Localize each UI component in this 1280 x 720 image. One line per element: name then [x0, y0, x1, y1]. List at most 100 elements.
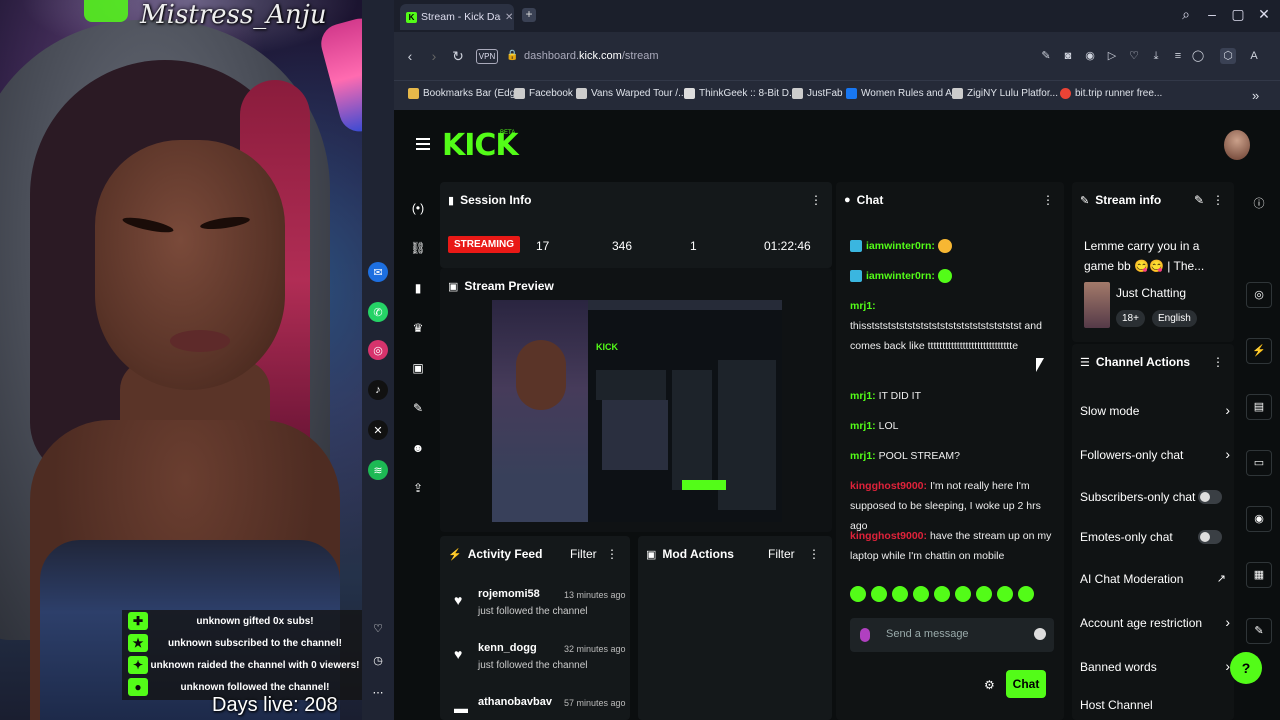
bookmark-vans[interactable]: Vans Warped Tour /...	[576, 88, 686, 99]
chat-menu-icon[interactable]: ⋮	[1042, 194, 1054, 206]
session-menu-icon[interactable]: ⋮	[810, 194, 822, 206]
new-tab-button[interactable]: +	[522, 8, 536, 22]
host-channel-row[interactable]: Host Channel	[1080, 694, 1230, 718]
video-icon[interactable]: ▣	[410, 360, 426, 376]
heart-icon[interactable]: ♡	[368, 618, 388, 638]
stream-info-menu-icon[interactable]: ⋮	[1212, 194, 1224, 206]
mod-menu-icon[interactable]: ⋮	[808, 548, 820, 560]
chat-user[interactable]: mrj1:	[850, 390, 876, 402]
emote-icon[interactable]	[997, 586, 1013, 602]
activity-user[interactable]: rojemomi58	[478, 588, 540, 600]
chat-send-button[interactable]: Chat	[1006, 670, 1046, 698]
document-icon[interactable]: ▤	[1246, 394, 1272, 420]
bookmark-facebook[interactable]: Facebook	[514, 88, 573, 99]
back-button[interactable]: ‹	[402, 48, 418, 64]
category-thumbnail[interactable]	[1084, 282, 1110, 328]
chat-user[interactable]: kingghost9000:	[850, 530, 927, 542]
aria-icon[interactable]: A	[1246, 48, 1262, 64]
messenger-icon[interactable]: ✉	[368, 262, 388, 282]
emote-icon[interactable]	[1018, 586, 1034, 602]
activity-user[interactable]: kenn_dogg	[478, 642, 537, 654]
minimize-button[interactable]: –	[1202, 6, 1222, 22]
chat-user[interactable]: mrj1:	[850, 300, 876, 312]
activity-filter-button[interactable]: Filter	[570, 547, 597, 561]
activity-menu-icon[interactable]: ⋮	[606, 548, 618, 560]
search-icon[interactable]: ⌕	[1176, 6, 1196, 23]
location-icon[interactable]: ◉	[1082, 48, 1098, 64]
stream-category[interactable]: Just Chatting	[1116, 286, 1186, 300]
trophy-icon[interactable]: ♛	[410, 320, 426, 336]
emote-icon[interactable]	[934, 586, 950, 602]
microphone-icon[interactable]	[860, 628, 870, 642]
info-icon[interactable]: ⓘ	[1246, 192, 1272, 218]
activity-user[interactable]: athanobavbav	[478, 696, 552, 708]
layout-icon[interactable]: ▦	[1246, 562, 1272, 588]
bookmark-justfab[interactable]: JustFab	[792, 88, 843, 99]
tools-icon[interactable]: ✎	[410, 400, 426, 416]
extension-icon[interactable]: ⬡	[1220, 48, 1236, 64]
stream-icon[interactable]: (•)	[410, 200, 426, 216]
url-field[interactable]: dashboard.kick.com/stream	[524, 50, 659, 62]
tiktok-icon[interactable]: ♪	[368, 380, 388, 400]
banned-words-row[interactable]: Banned words ›	[1080, 656, 1230, 680]
emoji-picker-icon[interactable]	[1034, 628, 1046, 640]
channel-actions-menu-icon[interactable]: ⋮	[1212, 356, 1224, 368]
bookmarks-overflow-icon[interactable]: »	[1252, 88, 1259, 103]
mod-filter-button[interactable]: Filter	[768, 547, 795, 561]
tab-kick-dashboard[interactable]: K Stream - Kick Dashbo ✕	[400, 4, 514, 30]
broadcast-icon[interactable]: ◉	[1246, 506, 1272, 532]
chat-user[interactable]: iamwinter0rn:	[866, 240, 935, 252]
followers-only-row[interactable]: Followers-only chat ›	[1080, 444, 1230, 468]
history-icon[interactable]: ◷	[368, 650, 388, 670]
reload-button[interactable]: ↻	[450, 48, 466, 65]
emote-icon[interactable]	[892, 586, 908, 602]
bookmark-thinkgeek[interactable]: ThinkGeek :: 8-Bit D...	[684, 88, 797, 99]
bookmark-women-rules[interactable]: Women Rules and A...	[846, 88, 960, 99]
play-icon[interactable]: ▷	[1104, 48, 1120, 64]
help-support-icon[interactable]: ?	[1230, 652, 1262, 684]
chat-input-box[interactable]: Send a message	[850, 618, 1054, 652]
instagram-icon[interactable]: ◎	[368, 340, 388, 360]
account-age-row[interactable]: Account age restriction ›	[1080, 612, 1230, 636]
emote-icon[interactable]	[976, 586, 992, 602]
user-avatar[interactable]	[1224, 130, 1250, 160]
community-icon[interactable]: ☻	[410, 440, 426, 456]
chat-user[interactable]: mrj1:	[850, 420, 876, 432]
close-window-button[interactable]: ✕	[1254, 6, 1274, 23]
target-icon[interactable]: ◎	[1246, 282, 1272, 308]
emotes-only-toggle[interactable]	[1198, 530, 1222, 544]
edit-icon[interactable]: ✎	[1038, 48, 1054, 64]
x-twitter-icon[interactable]: ✕	[368, 420, 388, 440]
chat-user[interactable]: kingghost9000:	[850, 480, 927, 492]
edit-stream-icon[interactable]: ✎	[1194, 194, 1204, 206]
lightning-icon[interactable]: ⚡	[1246, 338, 1272, 364]
upload-icon[interactable]: ⇪	[410, 480, 426, 496]
bookmark-ziginy[interactable]: ZigiNY Lulu Platfor...	[952, 88, 1058, 99]
chat-settings-icon[interactable]: ⚙	[984, 678, 995, 692]
chat-user[interactable]: iamwinter0rn:	[866, 270, 935, 282]
emote-icon[interactable]	[955, 586, 971, 602]
bookmark-bittrip[interactable]: bit.trip runner free...	[1060, 88, 1162, 99]
favorite-icon[interactable]: ♡	[1126, 48, 1142, 64]
vpn-badge[interactable]: VPN	[476, 49, 498, 64]
bookmark-folder-edge[interactable]: Bookmarks Bar (Edge)	[408, 88, 524, 99]
link-icon[interactable]: ⛓	[410, 240, 426, 256]
emote-icon[interactable]	[913, 586, 929, 602]
menu-icon[interactable]: ≡	[1170, 48, 1186, 64]
slow-mode-row[interactable]: Slow mode ›	[1080, 400, 1230, 424]
camera-icon[interactable]: ◙	[1060, 48, 1076, 64]
ai-moderation-row[interactable]: AI Chat Moderation ↗	[1080, 568, 1230, 592]
emote-icon[interactable]	[850, 586, 866, 602]
hamburger-menu-icon[interactable]	[416, 138, 430, 150]
analytics-icon[interactable]: ▮	[410, 280, 426, 296]
download-icon[interactable]: ⤓	[1148, 48, 1164, 64]
stream-preview-video[interactable]: KICK	[492, 300, 782, 522]
chat-input[interactable]	[884, 624, 1024, 646]
maximize-button[interactable]: ▢	[1228, 6, 1248, 23]
tab-close-icon[interactable]: ✕	[505, 12, 513, 23]
subscribers-only-toggle[interactable]	[1198, 490, 1222, 504]
lock-icon[interactable]: 🔒	[506, 50, 518, 61]
more-icon[interactable]: ⋯	[368, 682, 388, 702]
wrench-icon[interactable]: ✎	[1246, 618, 1272, 644]
profile-icon[interactable]: ◯	[1190, 48, 1206, 64]
